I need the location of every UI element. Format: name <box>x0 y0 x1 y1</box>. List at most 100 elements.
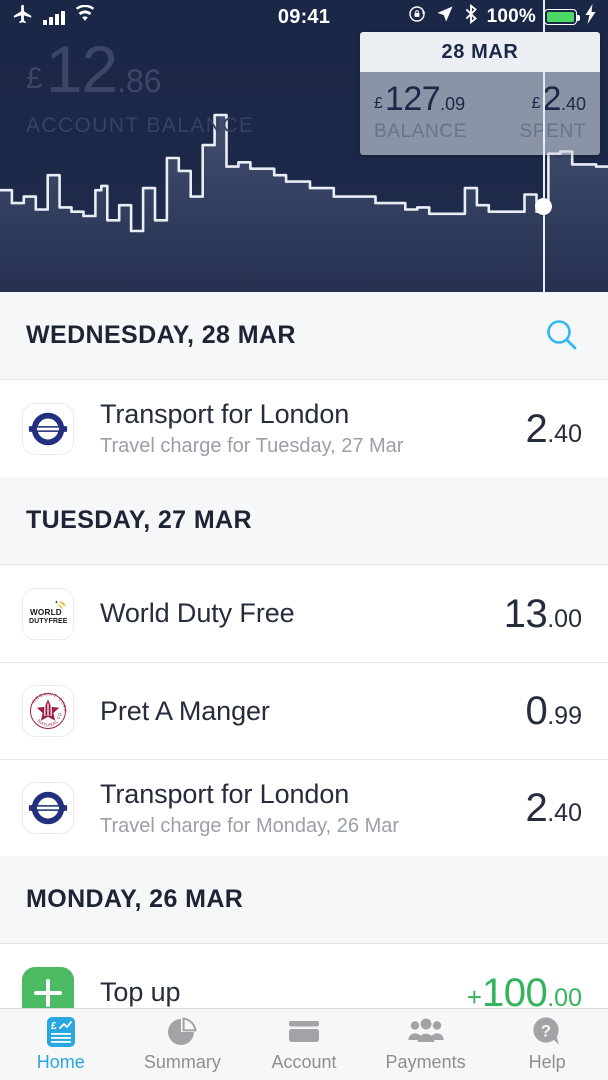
merchant-logo: ORGANIC COFFEENATURAL FOOD <box>22 685 74 737</box>
location-arrow-icon <box>435 4 455 30</box>
chart-tooltip: 28 MAR £ 127 .09 BALANCE £ 2 .40 SPENT <box>360 32 600 155</box>
transaction-subtitle: Travel charge for Monday, 26 Mar <box>100 814 400 837</box>
tab-label: Payments <box>385 1052 466 1072</box>
transaction-row[interactable]: ORGANIC COFFEENATURAL FOOD Pret A Manger 0… <box>0 662 608 759</box>
amount-integer: 2 <box>525 786 548 830</box>
status-bar: 09:41 100% <box>0 0 608 34</box>
tooltip-spent-currency: £ <box>531 95 541 112</box>
amount-integer: 2 <box>525 406 548 451</box>
amount-integer: 0 <box>525 689 548 733</box>
home-statement-icon: £ <box>46 1017 75 1047</box>
transaction-row[interactable]: Transport for London Travel charge for Mo… <box>0 759 608 856</box>
balance-integer: 12 <box>45 32 118 106</box>
tab-label: Help <box>528 1052 566 1072</box>
amount-decimal: .99 <box>547 702 582 730</box>
tooltip-body: £ 127 .09 BALANCE £ 2 .40 SPENT <box>360 72 600 155</box>
merchant-name: World Duty Free <box>100 598 295 628</box>
bottom-tab-bar[interactable]: £ Home Summary Account Payments? Help <box>0 1008 608 1080</box>
tooltip-balance-integer: 127 <box>384 80 441 118</box>
world-duty-free-logo: WORLD DUTYFREE <box>22 587 74 640</box>
rotation-lock-icon <box>407 4 427 30</box>
tooltip-spent-label: SPENT <box>519 121 586 142</box>
search-icon <box>547 319 577 349</box>
merchant-logo <box>22 782 74 834</box>
pie-chart-icon <box>168 1017 197 1045</box>
transaction-subtitle: Travel charge for Tuesday, 27 Mar <box>100 435 404 457</box>
search-button[interactable] <box>538 312 586 360</box>
bluetooth-icon <box>463 3 479 31</box>
transaction-amount: +100.00 <box>467 973 582 1013</box>
tooltip-balance-column: £ 127 .09 BALANCE <box>374 82 480 143</box>
home-statement-icon: £ <box>44 1016 78 1048</box>
status-bar-right: 100% <box>407 3 598 31</box>
amount-integer: 13 <box>503 591 548 636</box>
account-balance-amount: £ 12 .86 <box>26 36 254 102</box>
tfl-roundel-logo <box>22 402 74 455</box>
tab-payments[interactable]: Payments <box>365 1009 487 1080</box>
merchant-name: Top up <box>100 977 181 1007</box>
tab-summary[interactable]: Summary <box>122 1009 244 1080</box>
day-header-title: MONDAY, 26 MAR <box>26 885 244 913</box>
svg-text:WORLD: WORLD <box>30 608 62 617</box>
tooltip-spent-amount: £ 2 .40 <box>480 82 586 116</box>
credit-card-icon <box>288 1021 319 1042</box>
tab-help[interactable]: ? Help <box>486 1009 608 1080</box>
chart-marker-dot[interactable] <box>535 198 552 215</box>
tooltip-balance-decimal: .09 <box>440 94 466 114</box>
amount-decimal: .00 <box>547 604 582 633</box>
people-group-icon <box>407 1016 445 1048</box>
tooltip-balance-currency: £ <box>374 95 383 112</box>
tfl-roundel-logo <box>22 782 74 834</box>
day-header: MONDAY, 26 MAR <box>0 856 608 944</box>
pret-a-manger-logo: ORGANIC COFFEENATURAL FOOD <box>22 685 74 737</box>
tab-home[interactable]: £ Home <box>0 1009 122 1080</box>
transaction-amount: 13.00 <box>504 594 582 634</box>
svg-text:DUTYFREE: DUTYFREE <box>29 618 68 625</box>
transaction-details: Transport for London Travel charge for Mo… <box>100 779 525 838</box>
day-header: TUESDAY, 27 MAR <box>0 477 608 565</box>
amount-sign: + <box>466 981 482 1012</box>
amount-decimal: .40 <box>547 419 582 448</box>
merchant-name: Pret A Manger <box>100 695 270 726</box>
transaction-details: Top up <box>100 977 467 1008</box>
battery-percent-label: 100% <box>486 6 536 27</box>
transaction-amount: 2.40 <box>525 409 582 449</box>
tooltip-balance-label: BALANCE <box>374 121 467 142</box>
tooltip-spent-column: £ 2 .40 SPENT <box>480 82 586 143</box>
transaction-amount: 2.40 <box>525 788 582 828</box>
svg-text:£: £ <box>51 1021 57 1032</box>
merchant-logo: WORLD DUTYFREE <box>22 587 74 640</box>
day-header-title: TUESDAY, 27 MAR <box>26 506 252 534</box>
amount-decimal: .00 <box>547 983 582 1012</box>
people-group-icon <box>407 1018 444 1042</box>
transaction-details: World Duty Free <box>100 598 504 629</box>
tooltip-date: 28 MAR <box>360 32 600 72</box>
merchant-logo <box>22 402 74 455</box>
transaction-list[interactable]: WEDNESDAY, 28 MAR Transport for London Tra… <box>0 292 608 1041</box>
credit-card-icon <box>287 1016 321 1048</box>
transaction-details: Pret A Manger <box>100 696 525 727</box>
app-root: £ 12 .86 ACCOUNT BALANCE 28 MAR £ 127 .0… <box>0 0 608 1080</box>
tab-account[interactable]: Account <box>243 1009 365 1080</box>
transaction-row[interactable]: Transport for London Travel charge for Tu… <box>0 380 608 477</box>
transaction-row[interactable]: WORLD DUTYFREE World Duty Free 13.00 <box>0 565 608 662</box>
tooltip-balance-amount: £ 127 .09 <box>374 82 480 116</box>
svg-text:?: ? <box>541 1022 551 1041</box>
merchant-name: Transport for London <box>100 778 350 809</box>
tab-label: Summary <box>143 1052 221 1072</box>
transaction-amount: 0.99 <box>525 691 582 731</box>
tab-label: Home <box>36 1052 85 1072</box>
lightning-bolt-icon <box>585 4 598 30</box>
day-header-title: WEDNESDAY, 28 MAR <box>26 321 296 349</box>
balance-decimal: .86 <box>117 63 162 99</box>
currency-symbol: £ <box>26 62 43 95</box>
pie-chart-icon <box>166 1016 198 1048</box>
chart-marker-line <box>543 0 545 292</box>
account-header: £ 12 .86 ACCOUNT BALANCE 28 MAR £ 127 .0… <box>0 0 608 292</box>
tooltip-spent-decimal: .40 <box>560 94 586 114</box>
amount-decimal: .40 <box>547 799 582 827</box>
merchant-name: Transport for London <box>100 399 350 429</box>
battery-full-icon <box>544 9 580 25</box>
tooltip-spent-integer: 2 <box>542 80 562 118</box>
tab-label: Account <box>271 1052 337 1072</box>
